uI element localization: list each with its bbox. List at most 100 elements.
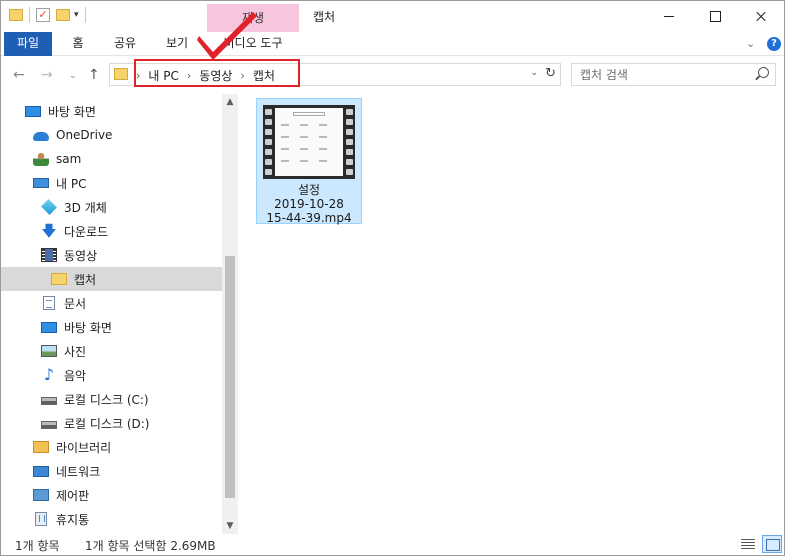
- sidebar-item-label: 휴지통: [56, 512, 90, 527]
- breadcrumb-capture[interactable]: 캡처: [253, 67, 275, 84]
- chevron-down-icon[interactable]: ⌄: [746, 37, 755, 50]
- sidebar-item-control-panel[interactable]: 제어판: [1, 483, 222, 507]
- sidebar-item-capture[interactable]: 캡처: [1, 267, 222, 291]
- search-input[interactable]: [572, 64, 742, 85]
- maximize-button[interactable]: [692, 1, 738, 32]
- sidebar-item-label: 문서: [64, 296, 87, 311]
- sidebar-item-documents[interactable]: 문서: [1, 291, 222, 315]
- tab-share[interactable]: 공유: [105, 32, 145, 56]
- sidebar-scrollbar[interactable]: ▲ ▼: [222, 94, 238, 534]
- sidebar-item-onedrive[interactable]: OneDrive: [1, 123, 222, 147]
- sidebar-item-drive-c[interactable]: 로컬 디스크 (C:): [1, 387, 222, 411]
- sidebar-item-music[interactable]: ♪ 음악: [1, 363, 222, 387]
- pictures-icon: [41, 345, 57, 357]
- search-icon[interactable]: [758, 67, 769, 78]
- sidebar-item-libraries[interactable]: 라이브러리: [1, 435, 222, 459]
- navigation-tree: 바탕 화면 OneDrive sam 내 PC 3D 개체 🡇 다운로드 동영상 …: [1, 99, 222, 531]
- breadcrumb: › 내 PC › 동영상 › 캡처: [136, 67, 275, 84]
- window-title: 캡처: [313, 10, 336, 24]
- download-icon: 🡇: [41, 222, 57, 240]
- 3d-objects-icon: [41, 199, 57, 215]
- thumbnail-frame: [275, 108, 343, 176]
- sidebar-item-label: 캡처: [74, 272, 97, 287]
- scroll-down-icon[interactable]: ▼: [222, 518, 238, 534]
- sidebar-item-my-pc[interactable]: 내 PC: [1, 171, 222, 195]
- sidebar-item-recycle-bin[interactable]: 휴지통: [1, 507, 222, 531]
- sidebar-item-videos[interactable]: 동영상: [1, 243, 222, 267]
- tab-view[interactable]: 보기: [157, 32, 197, 56]
- sidebar-item-drive-d[interactable]: 로컬 디스크 (D:): [1, 411, 222, 435]
- sidebar-item-3d-objects[interactable]: 3D 개체: [1, 195, 222, 219]
- folder-icon: [51, 273, 67, 285]
- tab-file[interactable]: 파일: [4, 32, 52, 56]
- new-folder-icon[interactable]: [56, 9, 70, 21]
- document-icon: [43, 296, 55, 310]
- details-view-icon[interactable]: [740, 537, 756, 551]
- breadcrumb-videos[interactable]: 동영상: [199, 67, 232, 84]
- control-panel-icon: [33, 489, 49, 501]
- sidebar-item-label: 라이브러리: [56, 440, 112, 455]
- sidebar-item-user[interactable]: sam: [1, 147, 222, 171]
- divider: [29, 7, 30, 23]
- forward-button[interactable]: →: [41, 67, 53, 83]
- red-checkmark-pointer: [197, 12, 257, 60]
- file-explorer-window: ✓ ▾ 재생 캡처 파일 홈 공유 보기 비디오 도구 ⌄ ? ← → ⌄ ↑ …: [0, 0, 785, 556]
- divider: [84, 7, 86, 23]
- help-icon[interactable]: ?: [767, 37, 781, 51]
- chevron-right-icon[interactable]: ›: [136, 69, 140, 82]
- sidebar-item-label: sam: [56, 152, 82, 166]
- up-button[interactable]: ↑: [88, 67, 100, 83]
- drive-icon: [41, 421, 57, 429]
- title-bar: ✓ ▾ 재생 캡처: [1, 1, 784, 32]
- sidebar-item-label: 동영상: [64, 248, 98, 263]
- onedrive-icon: [33, 131, 49, 141]
- large-icons-view-icon[interactable]: [762, 535, 782, 553]
- user-icon: [33, 152, 49, 166]
- sidebar-item-label: 로컬 디스크 (C:): [64, 392, 149, 407]
- sidebar-item-label: 네트워크: [56, 464, 101, 479]
- recycle-bin-icon: [35, 512, 47, 526]
- breadcrumb-my-pc[interactable]: 내 PC: [148, 67, 178, 84]
- pc-icon: [33, 178, 49, 188]
- tab-home[interactable]: 홈: [61, 32, 95, 56]
- chevron-right-icon[interactable]: ›: [187, 69, 191, 82]
- library-icon: [33, 441, 49, 453]
- minimize-button[interactable]: [646, 1, 692, 32]
- file-name-line: 15-44-39.mp4: [266, 211, 352, 225]
- customize-dropdown-icon[interactable]: ▾: [74, 10, 79, 20]
- film-strip: [346, 109, 353, 175]
- selection-info: 1개 항목 선택함 2.69MB: [85, 539, 216, 553]
- file-list: 설정 2019-10-28 15-44-39.mp4: [239, 94, 784, 534]
- file-item[interactable]: 설정 2019-10-28 15-44-39.mp4: [256, 98, 362, 225]
- sidebar-item-desktop[interactable]: 바탕 화면: [1, 99, 222, 123]
- recent-locations-button[interactable]: ⌄: [69, 71, 77, 81]
- scroll-up-icon[interactable]: ▲: [222, 94, 238, 110]
- ribbon-tabs: 파일 홈 공유 보기 비디오 도구 ⌄ ?: [1, 32, 784, 56]
- video-icon: [41, 248, 57, 262]
- sidebar-item-downloads[interactable]: 🡇 다운로드: [1, 219, 222, 243]
- close-button[interactable]: [738, 1, 784, 32]
- sidebar-item-label: 음악: [64, 368, 87, 383]
- status-bar: 1개 항목 1개 항목 선택함 2.69MB: [1, 534, 784, 555]
- sidebar-item-label: 제어판: [56, 488, 90, 503]
- network-icon: [33, 465, 49, 477]
- sidebar-item-label: OneDrive: [56, 128, 113, 142]
- scrollbar-thumb[interactable]: [225, 256, 235, 498]
- back-button[interactable]: ←: [13, 67, 25, 83]
- search-box[interactable]: [571, 63, 776, 86]
- file-name-line: 2019-10-28: [274, 197, 344, 211]
- refresh-icon[interactable]: ↻: [545, 66, 556, 81]
- sidebar-item-network[interactable]: 네트워크: [1, 459, 222, 483]
- address-dropdown-icon[interactable]: ⌄: [530, 68, 538, 78]
- desktop-icon: [25, 105, 41, 117]
- chevron-right-icon[interactable]: ›: [240, 69, 244, 82]
- music-icon: ♪: [43, 365, 55, 384]
- sidebar-item-label: 사진: [64, 344, 87, 359]
- folder-icon: [114, 68, 128, 80]
- sidebar-item-pictures[interactable]: 사진: [1, 339, 222, 363]
- address-bar[interactable]: › 내 PC › 동영상 › 캡처 ⌄ ↻: [109, 63, 561, 86]
- properties-check-icon[interactable]: ✓: [36, 8, 50, 22]
- sidebar-item-label: 3D 개체: [64, 200, 107, 215]
- navigation-bar: ← → ⌄ ↑ › 내 PC › 동영상 › 캡처 ⌄ ↻: [1, 56, 784, 94]
- sidebar-item-desktop-pc[interactable]: 바탕 화면: [1, 315, 222, 339]
